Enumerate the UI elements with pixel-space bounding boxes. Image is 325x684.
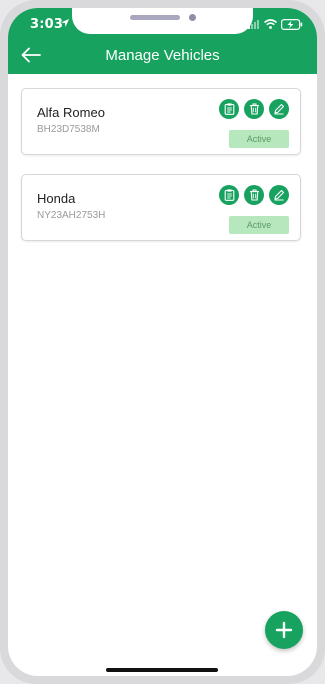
edit-icon <box>274 189 285 201</box>
document-icon <box>224 189 234 201</box>
battery-charging-icon <box>281 18 303 30</box>
vehicle-plate: BH23D7538M <box>37 124 100 135</box>
status-icons <box>248 18 303 30</box>
card-actions <box>219 185 289 205</box>
trash-icon <box>249 103 259 115</box>
document-icon <box>224 103 234 115</box>
device-notch <box>72 8 253 34</box>
app-bar: 3:03 Manage Vehicles <box>8 8 317 74</box>
status-time: 3:03 <box>30 17 64 32</box>
vehicle-card[interactable]: Alfa Romeo BH23D7538M Active <box>21 88 301 155</box>
signal-icon <box>248 20 259 29</box>
camera <box>189 14 196 21</box>
home-indicator <box>106 668 218 672</box>
delete-button[interactable] <box>244 99 264 119</box>
plus-icon <box>275 621 293 639</box>
vehicle-name: Honda <box>37 191 76 206</box>
location-arrow-icon <box>61 19 69 27</box>
card-actions <box>219 99 289 119</box>
wifi-icon <box>264 19 277 29</box>
status-badge: Active <box>229 216 289 234</box>
vehicle-plate: NY23AH2753H <box>37 210 106 221</box>
edit-icon <box>274 103 285 115</box>
delete-button[interactable] <box>244 185 264 205</box>
trash-icon <box>249 189 259 201</box>
status-badge: Active <box>229 130 289 148</box>
view-documents-button[interactable] <box>219 185 239 205</box>
vehicle-name: Alfa Romeo <box>37 105 105 120</box>
device-frame: 3:03 Manage Vehicles Alfa Romeo BH23D753… <box>0 0 325 684</box>
edit-button[interactable] <box>269 99 289 119</box>
edit-button[interactable] <box>269 185 289 205</box>
speaker <box>130 15 180 20</box>
vehicle-card[interactable]: Honda NY23AH2753H Active <box>21 174 301 241</box>
screen: 3:03 Manage Vehicles Alfa Romeo BH23D753… <box>8 8 317 676</box>
page-title: Manage Vehicles <box>105 47 220 64</box>
view-documents-button[interactable] <box>219 99 239 119</box>
add-vehicle-button[interactable] <box>265 611 303 649</box>
